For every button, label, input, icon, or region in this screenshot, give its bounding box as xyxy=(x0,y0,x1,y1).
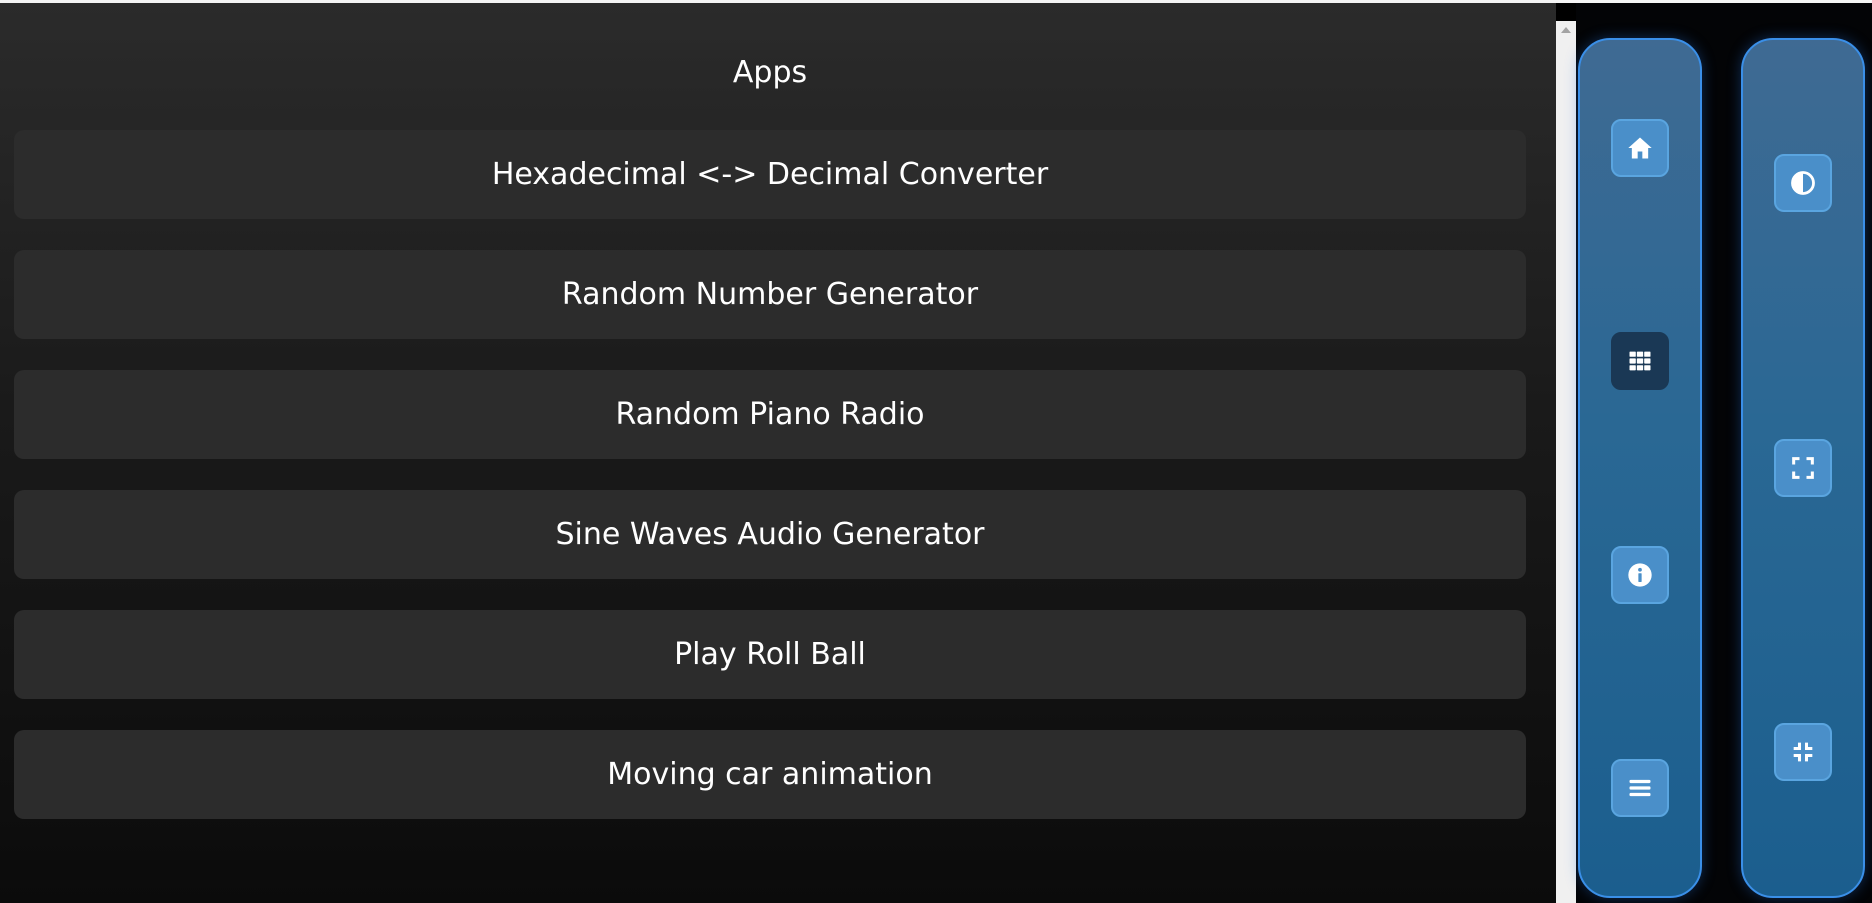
info-button[interactable] xyxy=(1611,546,1669,604)
expand-icon xyxy=(1792,457,1814,479)
theme-toggle-button[interactable] xyxy=(1774,154,1832,212)
home-icon xyxy=(1628,137,1652,159)
info-icon xyxy=(1628,563,1652,587)
exit-fullscreen-button[interactable] xyxy=(1774,723,1832,781)
contrast-icon xyxy=(1791,171,1815,195)
menu-button[interactable] xyxy=(1611,759,1669,817)
compress-icon xyxy=(1793,742,1813,762)
app-item-play-roll-ball[interactable]: Play Roll Ball xyxy=(14,610,1526,699)
menu-icon xyxy=(1629,779,1651,797)
app-item-random-number-generator[interactable]: Random Number Generator xyxy=(14,250,1526,339)
home-button[interactable] xyxy=(1611,119,1669,177)
nav-panel xyxy=(1578,38,1702,898)
apps-list: Hexadecimal <-> Decimal Converter Random… xyxy=(14,130,1526,850)
tools-panel xyxy=(1741,38,1865,898)
fullscreen-button[interactable] xyxy=(1774,439,1832,497)
app-item-hex-converter[interactable]: Hexadecimal <-> Decimal Converter xyxy=(14,130,1526,219)
scroll-up-arrow-icon[interactable] xyxy=(1561,27,1571,33)
app-item-moving-car-animation[interactable]: Moving car animation xyxy=(14,730,1526,819)
apps-panel: Apps Hexadecimal <-> Decimal Converter R… xyxy=(0,3,1556,903)
vertical-scrollbar[interactable] xyxy=(1556,21,1576,903)
page-title: Apps xyxy=(732,55,808,90)
app-item-random-piano-radio[interactable]: Random Piano Radio xyxy=(14,370,1526,459)
grid-icon xyxy=(1629,351,1651,371)
app-item-sine-waves-generator[interactable]: Sine Waves Audio Generator xyxy=(14,490,1526,579)
apps-grid-button[interactable] xyxy=(1611,332,1669,390)
